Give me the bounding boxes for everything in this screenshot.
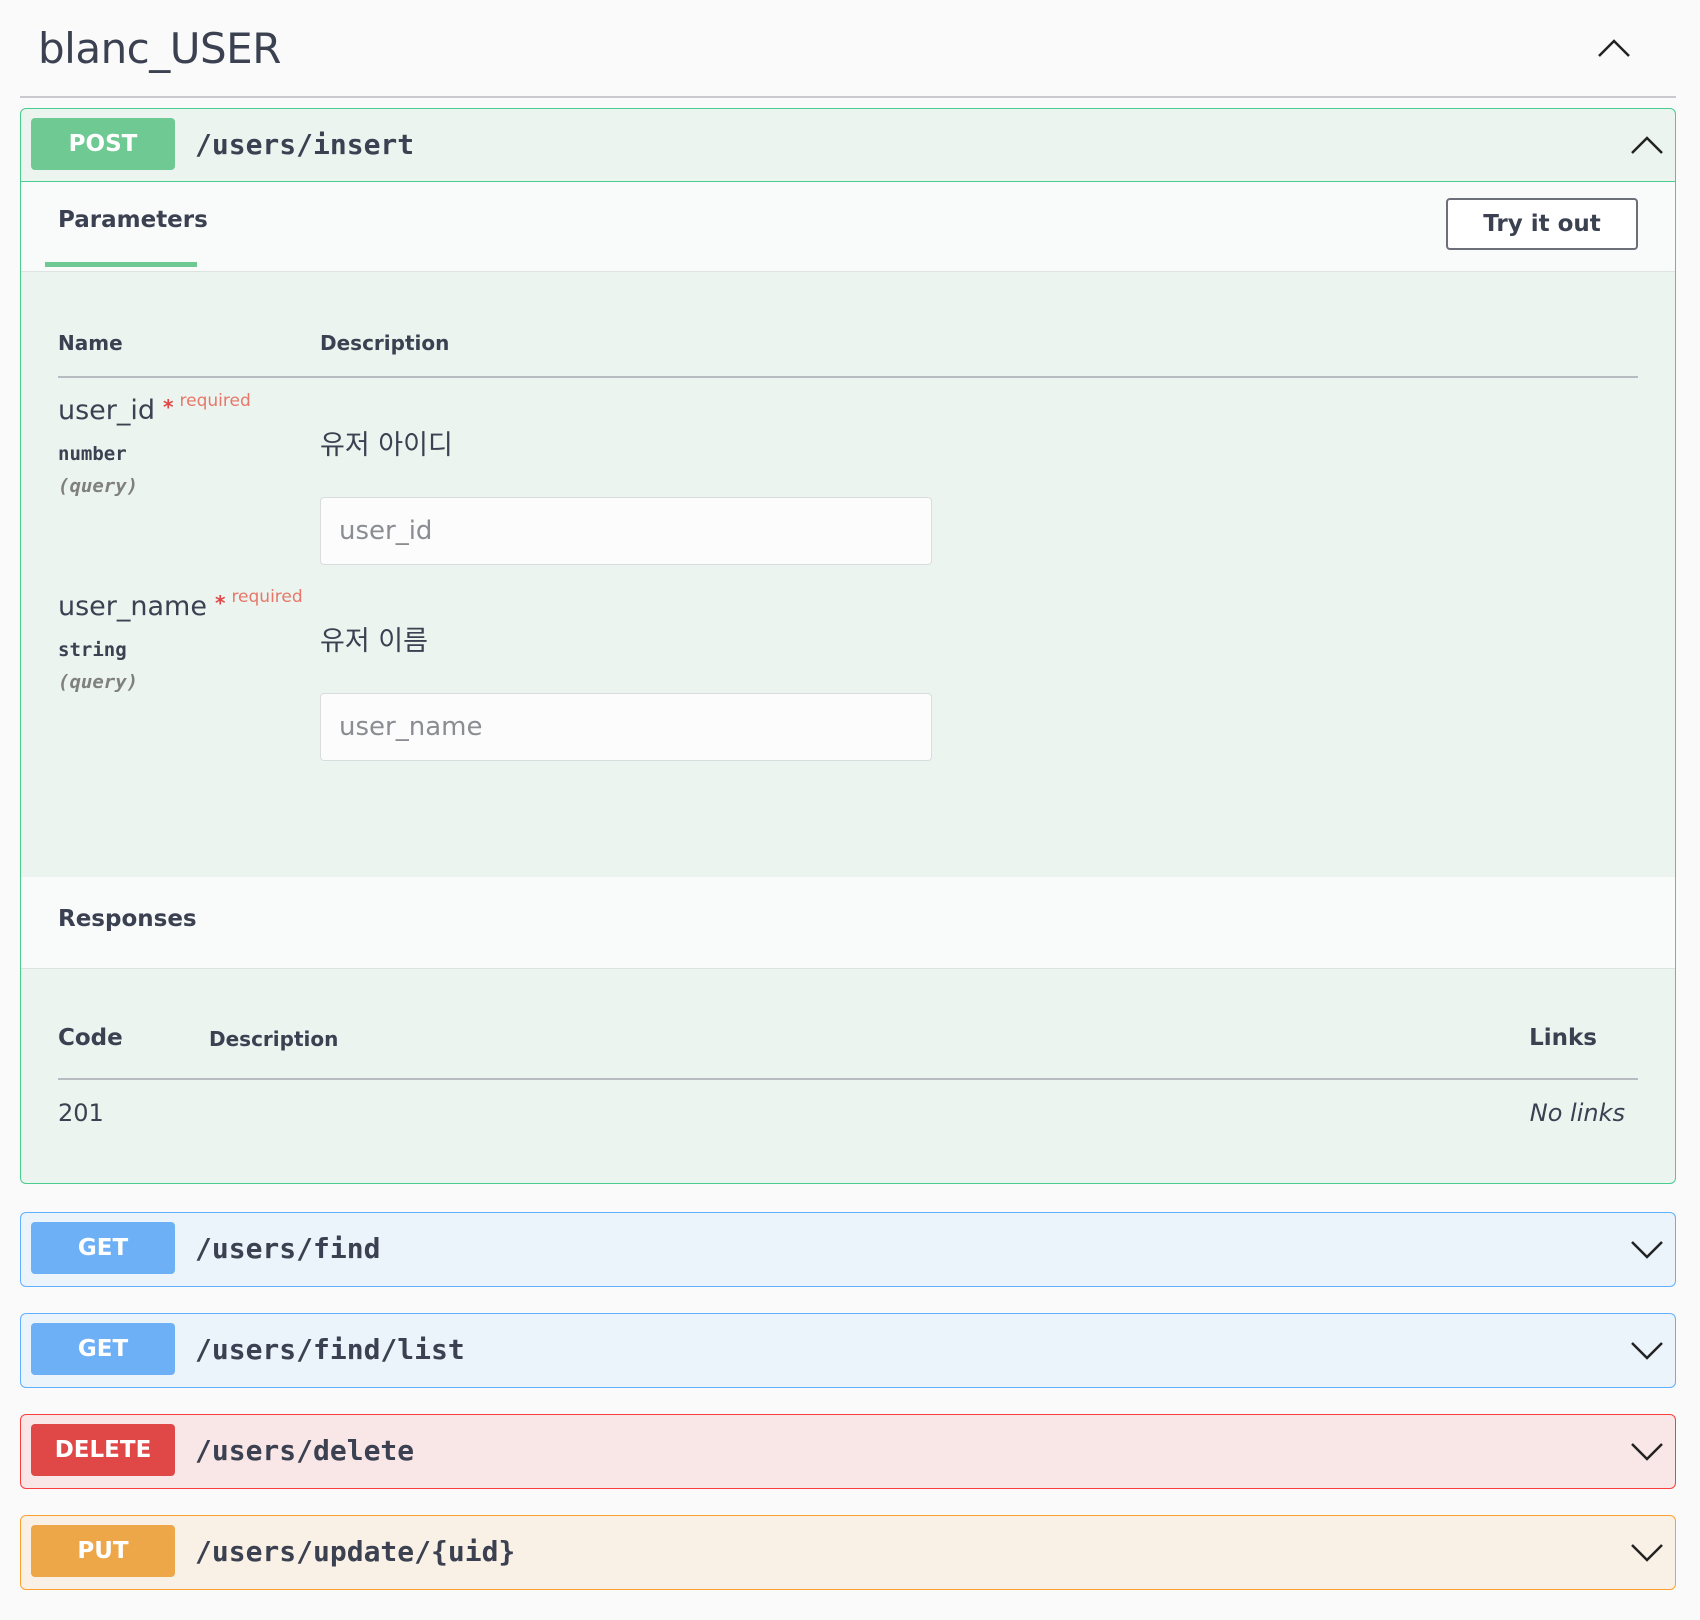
param-name-text: user_id xyxy=(58,395,156,426)
chevron-down-icon[interactable] xyxy=(1629,1338,1665,1362)
endpoint-path: /users/find xyxy=(195,1232,381,1265)
chevron-down-icon[interactable] xyxy=(1629,1439,1665,1463)
parameters-header: Parameters Try it out xyxy=(21,182,1675,272)
endpoint-path: /users/update/{uid} xyxy=(195,1535,516,1568)
method-badge: GET xyxy=(31,1222,175,1274)
required-label: required xyxy=(231,587,303,607)
opblock-get-users-find[interactable]: GET /users/find xyxy=(20,1212,1676,1287)
responses-header: Responses xyxy=(21,877,1675,969)
response-links: No links xyxy=(1529,1099,1625,1127)
opblock-summary[interactable]: POST /users/insert xyxy=(21,109,1675,182)
chevron-up-icon[interactable] xyxy=(1629,133,1665,157)
endpoint-path: /users/insert xyxy=(195,128,415,161)
table-divider xyxy=(58,376,1638,378)
column-header-code: Code xyxy=(58,1025,123,1051)
method-badge: DELETE xyxy=(31,1424,175,1476)
method-badge: POST xyxy=(31,118,175,170)
param-type: number xyxy=(58,443,127,465)
opblock-summary[interactable]: DELETE /users/delete xyxy=(21,1415,1675,1487)
opblock-summary[interactable]: GET /users/find xyxy=(21,1213,1675,1285)
endpoint-path: /users/find/list xyxy=(195,1333,465,1366)
method-badge: PUT xyxy=(31,1525,175,1577)
param-description: 유저 이름 xyxy=(320,626,428,657)
response-code: 201 xyxy=(58,1099,104,1127)
method-badge: GET xyxy=(31,1323,175,1375)
column-header-description: Description xyxy=(320,331,450,355)
tab-underline xyxy=(45,262,197,267)
chevron-down-icon[interactable] xyxy=(1629,1540,1665,1564)
tag-title: blanc_USER xyxy=(38,24,281,73)
required-star: * xyxy=(214,591,226,615)
opblock-delete-users-delete[interactable]: DELETE /users/delete xyxy=(20,1414,1676,1489)
chevron-up-icon[interactable] xyxy=(1596,36,1632,60)
required-label: required xyxy=(179,391,251,411)
column-header-name: Name xyxy=(58,331,123,355)
param-location: (query) xyxy=(58,671,139,693)
param-name-text: user_name xyxy=(58,591,207,622)
chevron-down-icon[interactable] xyxy=(1629,1237,1665,1261)
required-star: * xyxy=(163,395,174,419)
param-type: string xyxy=(58,639,127,661)
responses-title: Responses xyxy=(58,906,197,932)
opblock-summary[interactable]: GET /users/find/list xyxy=(21,1314,1675,1386)
param-name: user_name * required xyxy=(58,587,303,622)
user-id-input[interactable] xyxy=(320,497,932,565)
tag-header[interactable]: blanc_USER xyxy=(20,0,1676,98)
endpoint-path: /users/delete xyxy=(195,1434,415,1467)
opblock-summary[interactable]: PUT /users/update/{uid} xyxy=(21,1516,1675,1588)
opblock-get-users-find-list[interactable]: GET /users/find/list xyxy=(20,1313,1676,1388)
param-location: (query) xyxy=(58,475,139,497)
try-it-out-button[interactable]: Try it out xyxy=(1446,198,1638,250)
column-header-links: Links xyxy=(1529,1025,1597,1051)
column-header-description: Description xyxy=(209,1027,339,1051)
tab-parameters[interactable]: Parameters xyxy=(58,207,208,233)
opblock-put-users-update[interactable]: PUT /users/update/{uid} xyxy=(20,1515,1676,1590)
param-name: user_id * required xyxy=(58,391,251,426)
opblock-post-users-insert: POST /users/insert Parameters Try it out… xyxy=(20,108,1676,1184)
table-divider xyxy=(58,1078,1638,1080)
param-description: 유저 아이디 xyxy=(320,430,453,461)
user-name-input[interactable] xyxy=(320,693,932,761)
